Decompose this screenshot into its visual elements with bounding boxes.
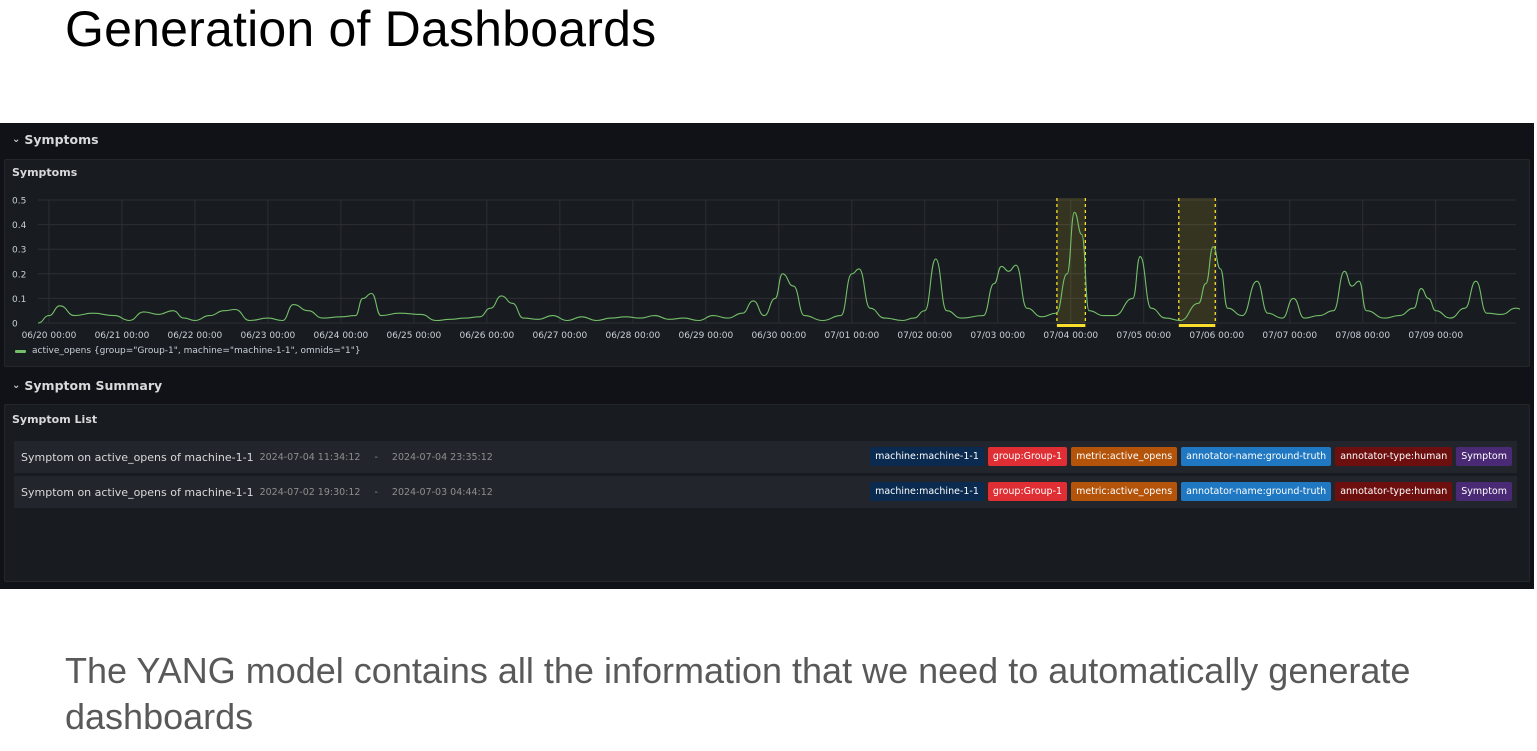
x-tick-label: 06/30 00:00: [751, 331, 806, 341]
row-header-symptoms[interactable]: ⌄ Symptoms: [12, 132, 99, 147]
panel-title: Symptom List: [12, 413, 98, 426]
annotation-marker: [1178, 324, 1216, 327]
x-tick-label: 07/01 00:00: [824, 331, 879, 341]
symptom-start: 2024-07-04 11:34:12: [259, 451, 361, 463]
tag-group[interactable]: group:Group-1: [987, 447, 1068, 466]
x-tick-label: 07/07 00:00: [1262, 331, 1317, 341]
x-tick-label: 06/21 00:00: [95, 331, 150, 341]
annotation-region: [1056, 198, 1086, 323]
tag-group[interactable]: group:Group-1: [987, 482, 1068, 501]
symptom-start: 2024-07-02 19:30:12: [259, 486, 361, 498]
tag-symptom[interactable]: Symptom: [1456, 447, 1512, 466]
x-tick-label: 06/28 00:00: [605, 331, 660, 341]
x-tick-label: 06/25 00:00: [387, 331, 442, 341]
tag-metric[interactable]: metric:active_opens: [1071, 482, 1178, 501]
symptoms-panel: Symptoms 0 0.1 0.2 0.3 0.4 0.5 06/20 00:00 06/2…: [4, 159, 1530, 367]
tag-annotator-name[interactable]: annotator-name:ground-truth: [1181, 482, 1332, 501]
y-tick-label: 0: [12, 320, 18, 330]
slide-title: Generation of Dashboards: [65, 1, 657, 57]
x-tick-label: 06/22 00:00: [168, 331, 223, 341]
list-item[interactable]: Symptom on active_opens of machine-1-1 2…: [14, 441, 1517, 473]
symptoms-chart[interactable]: 0 0.1 0.2 0.3 0.4 0.5 06/20 00:00 06/21 00:00 06…: [5, 160, 1529, 344]
list-item[interactable]: Symptom on active_opens of machine-1-1 2…: [14, 476, 1517, 508]
symptom-end: 2024-07-04 23:35:12: [391, 451, 493, 463]
y-tick-label: 0.1: [12, 295, 26, 305]
tag-annotator-name[interactable]: annotator-name:ground-truth: [1181, 447, 1332, 466]
series-line: [38, 211, 1520, 324]
symptom-name: Symptom on active_opens of machine-1-1: [21, 450, 254, 464]
symptom-end: 2024-07-03 04:44:12: [391, 486, 493, 498]
tag-annotator-type[interactable]: annotator-type:human: [1335, 447, 1453, 466]
x-tick-label: 07/08 00:00: [1335, 331, 1390, 341]
x-tick-label: 07/03 00:00: [970, 331, 1025, 341]
tag-annotator-type[interactable]: annotator-type:human: [1335, 482, 1453, 501]
x-tick-label: 06/24 00:00: [314, 331, 369, 341]
legend-label: active_opens {group="Group-1", machine="…: [32, 346, 361, 356]
y-tick-label: 0.3: [12, 246, 26, 256]
tag-symptom[interactable]: Symptom: [1456, 482, 1512, 501]
tag-list: machine:machine-1-1 group:Group-1 metric…: [870, 447, 1512, 466]
symptom-name: Symptom on active_opens of machine-1-1: [21, 485, 254, 499]
time-separator: -: [374, 451, 378, 463]
x-tick-label: 07/05 00:00: [1116, 331, 1171, 341]
y-tick-label: 0.2: [12, 270, 26, 280]
chevron-down-icon: ⌄: [12, 380, 21, 391]
x-tick-label: 06/20 00:00: [22, 331, 77, 341]
row-title: Symptom Summary: [24, 378, 163, 393]
legend-swatch: [15, 349, 26, 353]
time-separator: -: [374, 486, 378, 498]
chevron-down-icon: ⌄: [12, 134, 21, 145]
x-tick-label: 06/29 00:00: [678, 331, 733, 341]
row-title: Symptoms: [24, 132, 99, 147]
chart-legend[interactable]: active_opens {group="Group-1", machine="…: [15, 346, 361, 356]
annotation-marker: [1056, 324, 1086, 327]
tag-machine[interactable]: machine:machine-1-1: [870, 447, 984, 466]
y-tick-label: 0.5: [12, 197, 26, 207]
tag-metric[interactable]: metric:active_opens: [1071, 447, 1178, 466]
slide-caption: The YANG model contains all the informat…: [65, 650, 1411, 737]
x-tick-label: 06/23 00:00: [241, 331, 296, 341]
x-tick-label: 06/27 00:00: [532, 331, 587, 341]
row-header-symptom-summary[interactable]: ⌄ Symptom Summary: [12, 378, 162, 393]
y-tick-label: 0.4: [12, 221, 27, 231]
x-tick-label: 07/04 00:00: [1043, 331, 1098, 341]
x-tick-label: 06/26 00:00: [460, 331, 515, 341]
grafana-dashboard: ⌄ Symptoms Symptoms 0 0.1 0.2 0.3 0.4 0.5 06/2…: [0, 123, 1534, 589]
symptom-list-panel: Symptom List Symptom on active_opens of …: [4, 404, 1530, 582]
tag-list: machine:machine-1-1 group:Group-1 metric…: [870, 482, 1512, 501]
tag-machine[interactable]: machine:machine-1-1: [870, 482, 984, 501]
x-tick-label: 07/09 00:00: [1408, 331, 1463, 341]
x-tick-label: 07/02 00:00: [897, 331, 952, 341]
x-tick-label: 07/06 00:00: [1189, 331, 1244, 341]
